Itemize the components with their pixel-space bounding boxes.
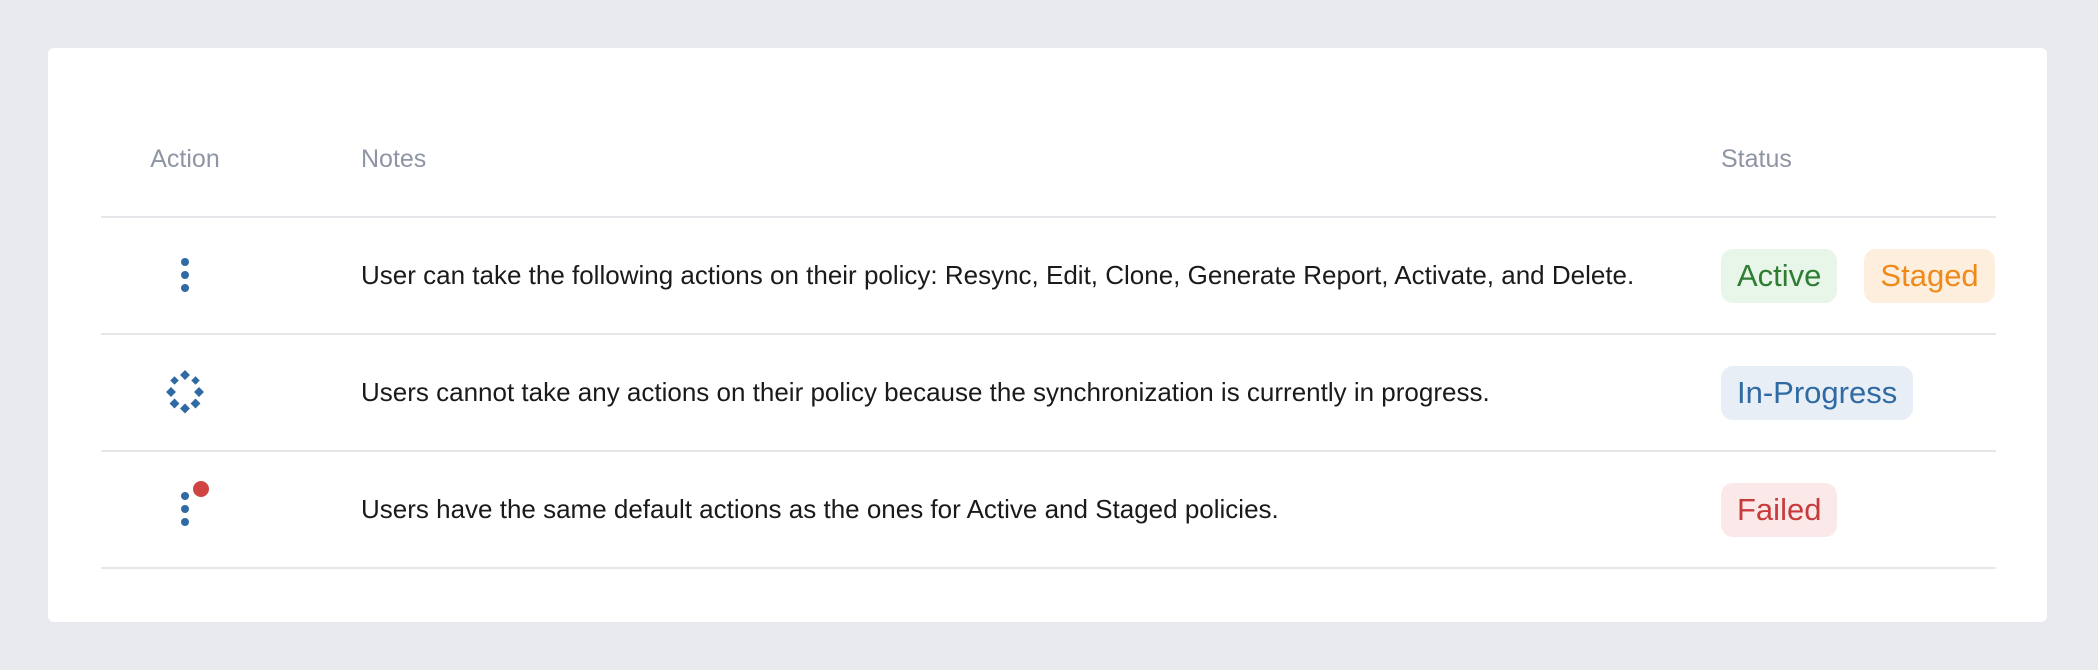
table-header: Action Notes Status [101, 48, 1996, 218]
row-notes: Users cannot take any actions on their p… [361, 377, 1490, 407]
kebab-menu-alert-button[interactable] [101, 452, 269, 567]
kebab-menu-button[interactable] [101, 218, 269, 333]
row-status: Active Staged [1721, 218, 1995, 333]
status-badge-staged: Staged [1864, 248, 1995, 303]
kebab-menu-alert-icon [181, 481, 209, 526]
loading-spinner-icon [166, 370, 204, 414]
status-badge-active: Active [1721, 248, 1838, 303]
row-status: Failed [1721, 452, 1838, 567]
row-status: In-Progress [1721, 335, 1914, 450]
table-row: User can take the following actions on t… [101, 218, 1996, 335]
policy-actions-table: Action Notes Status User can take the fo… [101, 48, 1996, 569]
table-row: Users cannot take any actions on their p… [101, 335, 1996, 452]
row-notes: Users have the same default actions as t… [361, 494, 1279, 524]
policy-actions-card: Action Notes Status User can take the fo… [48, 48, 2047, 622]
kebab-menu-icon [181, 258, 189, 292]
sync-in-progress-indicator [101, 335, 269, 450]
column-header-status: Status [1721, 145, 1792, 173]
column-header-notes: Notes [361, 145, 427, 173]
status-badge-in-progress: In-Progress [1721, 365, 1914, 420]
table-row: Users have the same default actions as t… [101, 452, 1996, 569]
row-notes: User can take the following actions on t… [361, 260, 1635, 290]
column-header-action: Action [150, 145, 220, 173]
status-badge-failed: Failed [1721, 482, 1838, 537]
alert-dot-icon [193, 481, 209, 497]
